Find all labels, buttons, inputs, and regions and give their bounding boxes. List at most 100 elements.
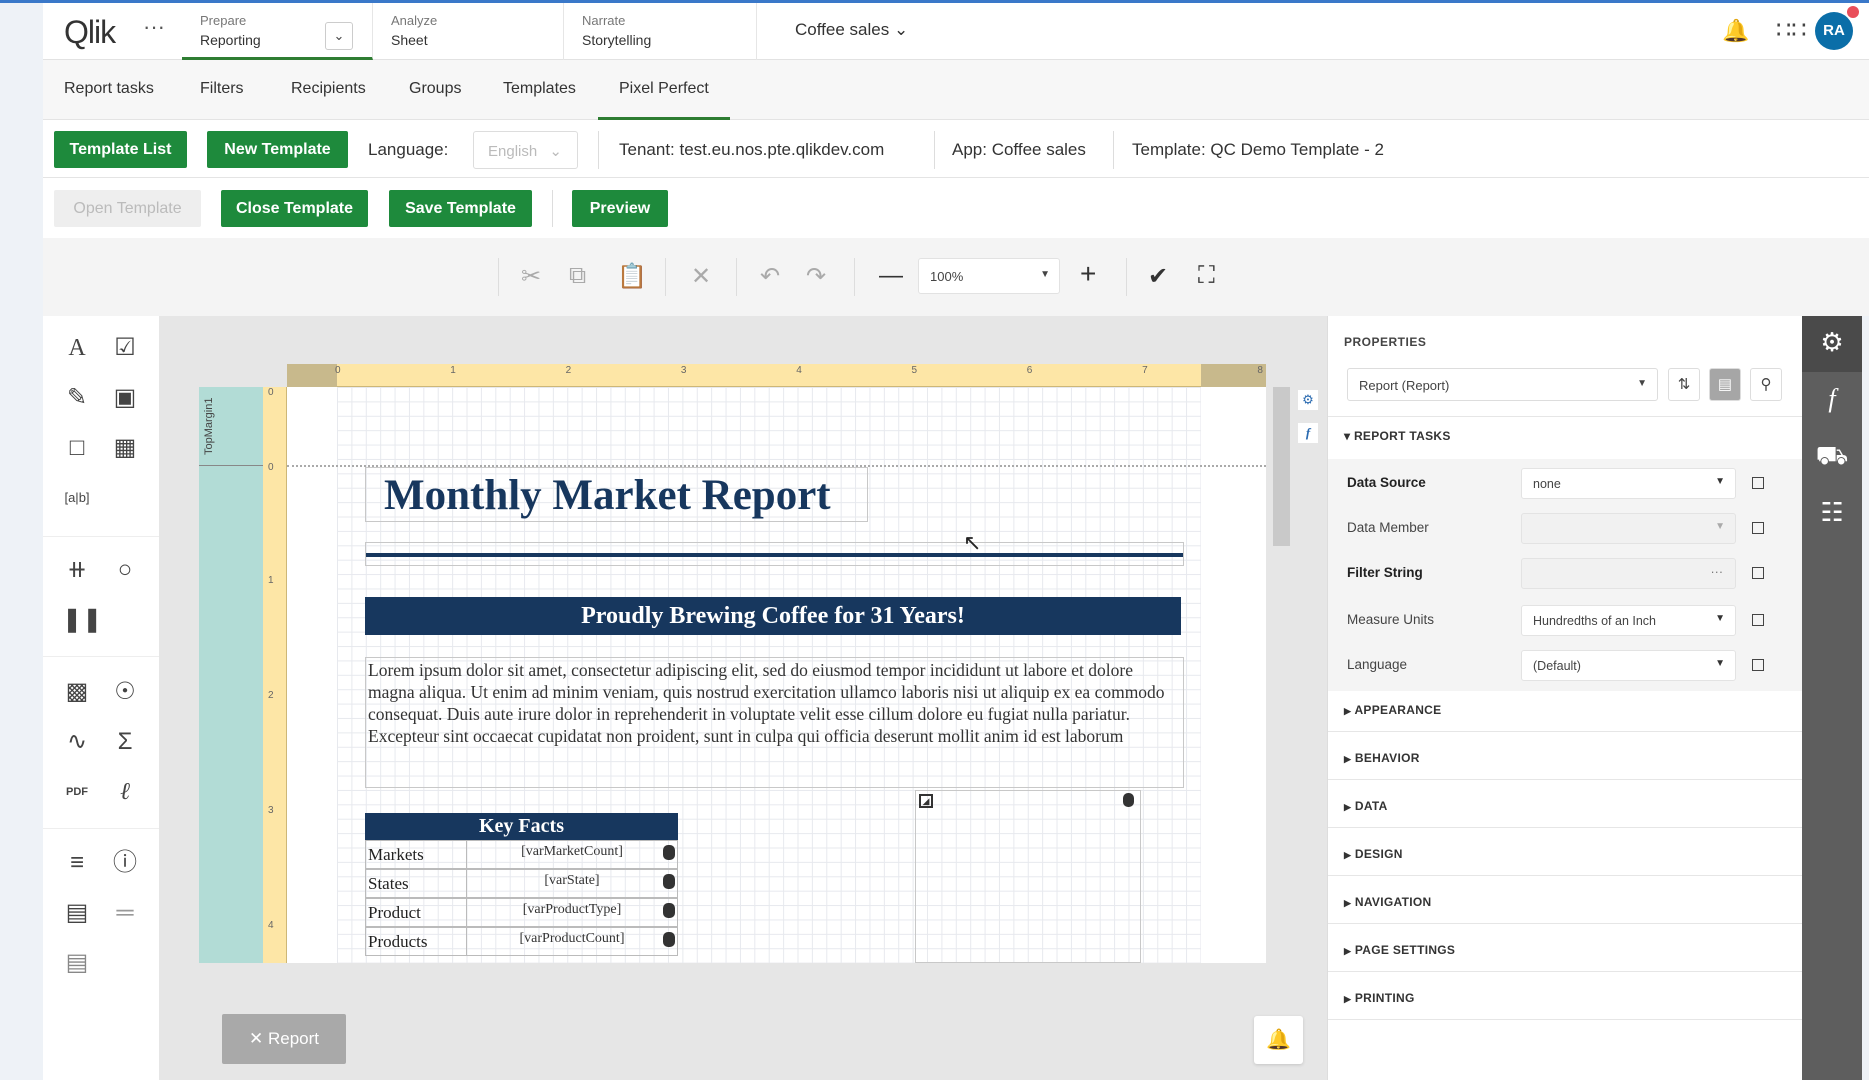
fullscreen-icon[interactable]: ⛶ — [1198, 262, 1215, 290]
app-selector[interactable]: Coffee sales ⌄ — [795, 20, 908, 40]
section-design[interactable]: ▶ DESIGN — [1344, 847, 1403, 861]
page-info-tool-icon[interactable]: ⓘ — [110, 848, 140, 878]
report-title[interactable]: Monthly Market Report — [365, 467, 868, 522]
horizontal-line[interactable] — [365, 542, 1184, 566]
tab-report-tasks[interactable]: Report tasks — [64, 80, 154, 98]
barcode-tool-icon[interactable]: ❚❚ — [62, 605, 102, 635]
cut-icon[interactable]: ✂ — [521, 262, 541, 291]
nav-analyze[interactable]: Analyze Sheet — [373, 3, 564, 60]
report-banner[interactable]: Proudly Brewing Coffee for 31 Years! — [365, 597, 1181, 635]
checkbox-tool-icon[interactable]: ☑ — [110, 333, 140, 363]
table-row[interactable]: States [varState] — [365, 869, 678, 898]
hierarchy-icon[interactable]: ☷ — [1802, 497, 1862, 528]
sparkline-tool-icon[interactable]: ∿ — [62, 727, 92, 757]
zoom-in-icon[interactable]: + — [1080, 258, 1096, 290]
property-checkbox[interactable] — [1752, 567, 1764, 579]
nav-narrate[interactable]: Narrate Storytelling — [564, 3, 757, 60]
database-icon[interactable] — [663, 932, 675, 947]
section-behavior[interactable]: ▶ BEHAVIOR — [1344, 751, 1420, 765]
notification-bell-button[interactable]: 🔔 — [1254, 1016, 1303, 1064]
bell-icon[interactable]: 🔔 — [1722, 18, 1749, 44]
zoom-select[interactable]: 100% ▼ — [918, 258, 1060, 294]
panel-tool-icon[interactable]: □ — [62, 433, 92, 463]
key-facts-header[interactable]: Key Facts — [365, 813, 678, 840]
function-icon[interactable]: f — [1298, 423, 1318, 443]
database-icon[interactable] — [663, 903, 675, 918]
picture-box[interactable]: ◢ — [915, 790, 1141, 963]
tab-filters[interactable]: Filters — [200, 80, 244, 98]
more-menu-button[interactable]: ··· — [143, 14, 165, 40]
table-row[interactable]: Products [varProductCount] — [365, 927, 678, 956]
pdf-tool-icon[interactable]: PDF — [62, 777, 92, 807]
zoom-out-icon[interactable]: — — [879, 262, 903, 290]
property-checkbox[interactable] — [1752, 659, 1764, 671]
undo-icon[interactable]: ↶ — [760, 262, 780, 291]
chart-tool-icon[interactable]: ▩ — [62, 677, 92, 707]
preview-button[interactable]: Preview — [572, 190, 668, 227]
shape-tool-icon[interactable]: ○ — [110, 555, 140, 585]
section-page-settings[interactable]: ▶ PAGE SETTINGS — [1344, 943, 1455, 957]
prepare-dropdown-button[interactable]: ⌄ — [325, 22, 353, 50]
copy-icon[interactable]: ⧉ — [569, 262, 586, 290]
label-tool-icon[interactable]: A — [62, 333, 92, 363]
tab-pixel-perfect[interactable]: Pixel Perfect — [619, 80, 709, 98]
section-navigation[interactable]: ▶ NAVIGATION — [1344, 895, 1431, 909]
database-icon[interactable] — [663, 874, 675, 889]
property-input[interactable]: (Default) ▼ — [1521, 650, 1736, 681]
rich-text-tool-icon[interactable]: ✎ — [62, 383, 92, 413]
gear-icon[interactable]: ⚙ — [1802, 327, 1862, 358]
tab-templates[interactable]: Templates — [503, 80, 576, 98]
save-template-button[interactable]: Save Template — [389, 190, 532, 227]
component-select[interactable]: Report (Report) ▼ — [1347, 368, 1658, 401]
property-checkbox[interactable] — [1752, 614, 1764, 626]
property-checkbox[interactable] — [1752, 477, 1764, 489]
apps-grid-icon[interactable]: ∷∷ — [1776, 16, 1807, 45]
database-icon[interactable] — [663, 845, 675, 860]
section-report-tasks[interactable]: ▾ REPORT TASKS — [1344, 429, 1451, 443]
property-input[interactable]: ··· — [1521, 558, 1736, 589]
section-appearance[interactable]: ▶ APPEARANCE — [1344, 703, 1441, 717]
gauge-tool-icon[interactable]: ☉ — [110, 677, 140, 707]
table-of-contents-tool-icon[interactable]: ≡ — [62, 848, 92, 878]
cross-band-box-tool-icon[interactable]: ▤ — [62, 948, 92, 978]
language-select[interactable]: English ⌄ — [473, 131, 578, 169]
page-break-tool-icon[interactable]: ▤ — [62, 898, 92, 928]
database-icon[interactable] — [1123, 793, 1134, 807]
canvas-scrollbar[interactable] — [1273, 387, 1290, 546]
character-comb-tool-icon[interactable]: [a|b] — [62, 483, 92, 513]
delete-icon[interactable]: ✕ — [691, 262, 711, 291]
property-input[interactable]: Hundredths of an Inch ▼ — [1521, 605, 1736, 636]
summary-tool-icon[interactable]: Σ — [110, 727, 140, 757]
search-icon[interactable]: ⚲ — [1750, 368, 1782, 401]
function-icon[interactable]: f — [1802, 384, 1862, 414]
new-template-button[interactable]: New Template — [207, 131, 348, 168]
section-data[interactable]: ▶ DATA — [1344, 799, 1388, 813]
paste-icon[interactable]: 📋 — [617, 262, 647, 291]
body-text[interactable]: Lorem ipsum dolor sit amet, consectetur … — [365, 657, 1184, 788]
tab-groups[interactable]: Groups — [409, 80, 461, 98]
line-tool-icon[interactable]: ⧺ — [62, 555, 92, 585]
band-strip[interactable] — [199, 387, 263, 963]
avatar[interactable]: RA — [1815, 12, 1853, 50]
redo-icon[interactable]: ↷ — [806, 262, 826, 291]
table-tool-icon[interactable]: ▦ — [110, 433, 140, 463]
template-list-button[interactable]: Template List — [54, 131, 187, 168]
close-template-button[interactable]: Close Template — [221, 190, 368, 227]
picture-tool-icon[interactable]: ▣ — [110, 383, 140, 413]
table-row[interactable]: Product [varProductType] — [365, 898, 678, 927]
qlik-logo[interactable]: Qlik — [64, 14, 116, 51]
section-printing[interactable]: ▶ PRINTING — [1344, 991, 1415, 1005]
property-checkbox[interactable] — [1752, 522, 1764, 534]
validate-icon[interactable]: ✔ — [1148, 262, 1168, 291]
signature-tool-icon[interactable]: ℓ — [110, 777, 140, 807]
categorized-icon[interactable]: ▤ — [1709, 368, 1741, 401]
property-input[interactable]: none ▼ — [1521, 468, 1736, 499]
tab-recipients[interactable]: Recipients — [291, 80, 366, 98]
table-row[interactable]: Markets [varMarketCount] — [365, 840, 678, 869]
property-input[interactable]: ▼ — [1521, 513, 1736, 544]
cross-band-line-tool-icon[interactable]: ═ — [110, 898, 140, 928]
database-icon[interactable]: ⛟ — [1802, 440, 1862, 475]
gear-icon[interactable]: ⚙ — [1298, 390, 1318, 410]
sort-az-icon[interactable]: ⇅ — [1668, 368, 1700, 401]
report-tab-button[interactable]: ✕ Report — [222, 1014, 346, 1064]
